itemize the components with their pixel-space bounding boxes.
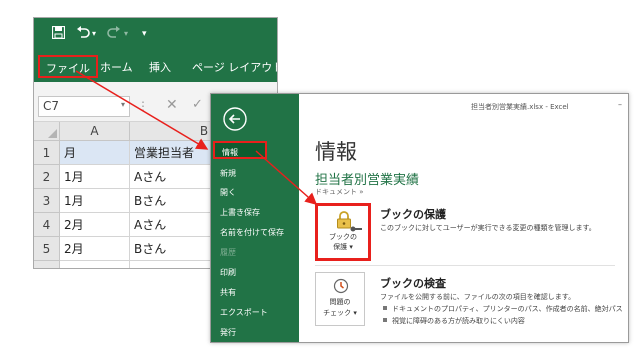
backstage-window: 情報 新規 開く 上書き保存 名前を付けて保存 履歴 印刷 共有 エクスポート …	[210, 93, 629, 343]
cell-a6[interactable]	[60, 261, 130, 268]
cancel-icon[interactable]: ✕	[166, 97, 178, 113]
page-title: 情報	[315, 140, 357, 164]
quick-access-toolbar: ▾ ▾ ▾	[34, 18, 277, 52]
redo-dropdown-icon: ▾	[124, 29, 129, 38]
tab-page-layout[interactable]: ページ レイアウト	[192, 59, 277, 75]
undo-dropdown-icon[interactable]: ▾	[92, 26, 96, 42]
sidebar-item-save[interactable]: 上書き保存	[220, 207, 260, 218]
cell-a4[interactable]: 2月	[60, 213, 130, 237]
sidebar-item-publish[interactable]: 発行	[220, 327, 236, 338]
inspect-bullet-text: 視覚に障碍のある方が読み取りにくい内容	[392, 317, 525, 325]
inspect-button-label-2: チェック ▾	[323, 309, 357, 317]
sidebar-item-print[interactable]: 印刷	[220, 267, 236, 278]
redo-icon	[107, 26, 121, 44]
ribbon-tabs: ファイル ホーム 挿入 ページ レイアウト	[34, 52, 277, 82]
breadcrumb[interactable]: ドキュメント »	[315, 187, 364, 197]
inspect-workbook-desc: ファイルを公開する前に、ファイルの次の項目を確認します。	[380, 293, 576, 301]
check-for-issues-button[interactable]: 問題の チェック ▾	[315, 272, 365, 326]
row-header[interactable]: 4	[34, 213, 60, 237]
column-header-a[interactable]: A	[60, 122, 130, 141]
save-icon[interactable]	[51, 25, 66, 44]
backstage-sidebar: 情報 新規 開く 上書き保存 名前を付けて保存 履歴 印刷 共有 エクスポート …	[211, 94, 299, 342]
bullet-icon	[383, 306, 387, 310]
inspect-bullet-text: ドキュメントのプロパティ、プリンターのパス、作成者の名前、絶対パス	[392, 305, 623, 313]
row-header[interactable]: 1	[34, 141, 60, 165]
tab-file[interactable]: ファイル	[38, 55, 98, 78]
tab-home[interactable]: ホーム	[100, 59, 133, 75]
window-title: 担当者別営業実績.xlsx - Excel	[471, 103, 569, 111]
name-box[interactable]: C7 ▾	[38, 96, 130, 117]
cell-a2[interactable]: 1月	[60, 165, 130, 189]
back-arrow-icon[interactable]	[223, 107, 247, 131]
undo-icon[interactable]	[76, 26, 90, 44]
sidebar-item-info[interactable]: 情報	[213, 141, 267, 159]
file-name: 担当者別営業実績	[315, 173, 420, 188]
protect-workbook-title: ブックの保護	[380, 208, 446, 221]
protect-workbook-desc: このブックに対してユーザーが実行できる変更の種類を管理します。	[380, 224, 596, 232]
chevron-down-icon[interactable]: ▾	[121, 100, 125, 109]
formula-bar-grip-icon: ⋮	[137, 99, 149, 113]
inspect-button-label-1: 問題の	[329, 298, 351, 306]
inspect-bullet: ドキュメントのプロパティ、プリンターのパス、作成者の名前、絶対パス	[383, 304, 623, 314]
protect-button-label-2: 保護 ▾	[333, 243, 353, 251]
section-divider	[315, 265, 615, 266]
row-header[interactable]: 5	[34, 237, 60, 261]
row-header[interactable]: 2	[34, 165, 60, 189]
minimize-icon[interactable]: –	[618, 100, 622, 109]
protect-button-label-1: ブックの	[329, 233, 357, 241]
bullet-icon	[383, 318, 387, 322]
select-all-button[interactable]	[34, 122, 60, 141]
row-header[interactable]: 3	[34, 189, 60, 213]
sidebar-item-share[interactable]: 共有	[220, 287, 236, 298]
inspect-workbook-title: ブックの検査	[380, 277, 446, 290]
customize-qat-icon[interactable]: ▾	[142, 26, 147, 42]
enter-icon[interactable]: ✓	[192, 97, 203, 112]
sidebar-item-open[interactable]: 開く	[220, 187, 236, 198]
sidebar-item-save-as[interactable]: 名前を付けて保存	[220, 227, 284, 238]
inspect-bullet: 視覚に障碍のある方が読み取りにくい内容	[383, 316, 525, 326]
cell-a3[interactable]: 1月	[60, 189, 130, 213]
protect-workbook-button[interactable]: ブックの 保護 ▾	[315, 203, 371, 261]
name-box-value: C7	[43, 99, 60, 113]
tab-insert[interactable]: 挿入	[149, 59, 171, 75]
cell-a1[interactable]: 月	[60, 141, 130, 165]
ribbon-area	[34, 82, 277, 90]
sidebar-item-export[interactable]: エクスポート	[220, 307, 268, 318]
row-header[interactable]	[34, 261, 60, 268]
cell-a5[interactable]: 2月	[60, 237, 130, 261]
inspect-icon	[333, 278, 349, 298]
sidebar-item-history: 履歴	[220, 248, 236, 257]
sidebar-item-new[interactable]: 新規	[220, 168, 236, 179]
